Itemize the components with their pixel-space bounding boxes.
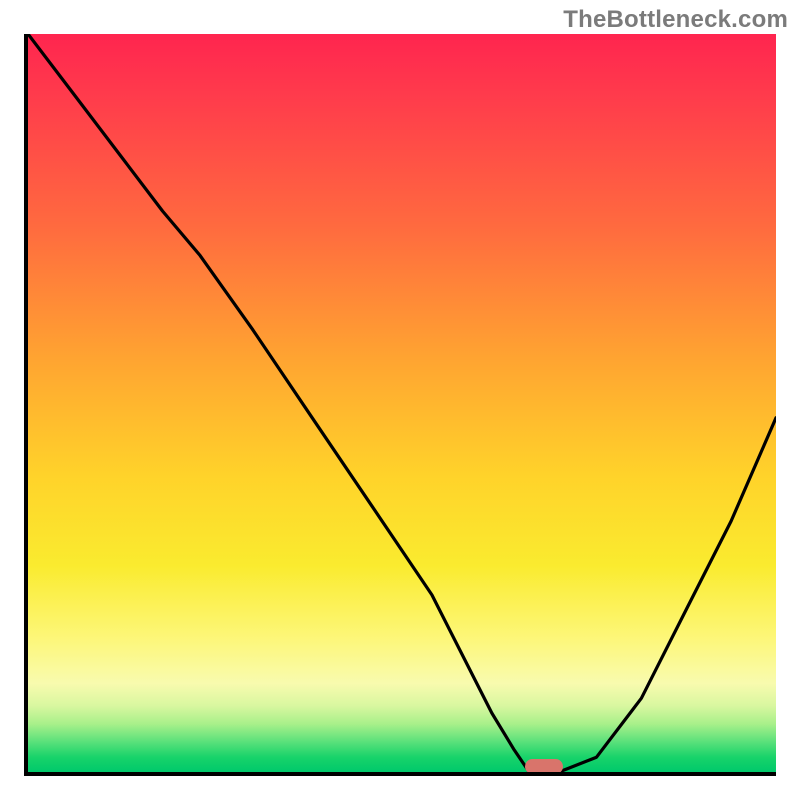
plot-area (24, 34, 776, 776)
watermark-text: TheBottleneck.com (563, 6, 788, 34)
chart-container: TheBottleneck.com (0, 0, 800, 800)
optimal-marker (525, 759, 562, 774)
bottleneck-curve (28, 34, 776, 772)
